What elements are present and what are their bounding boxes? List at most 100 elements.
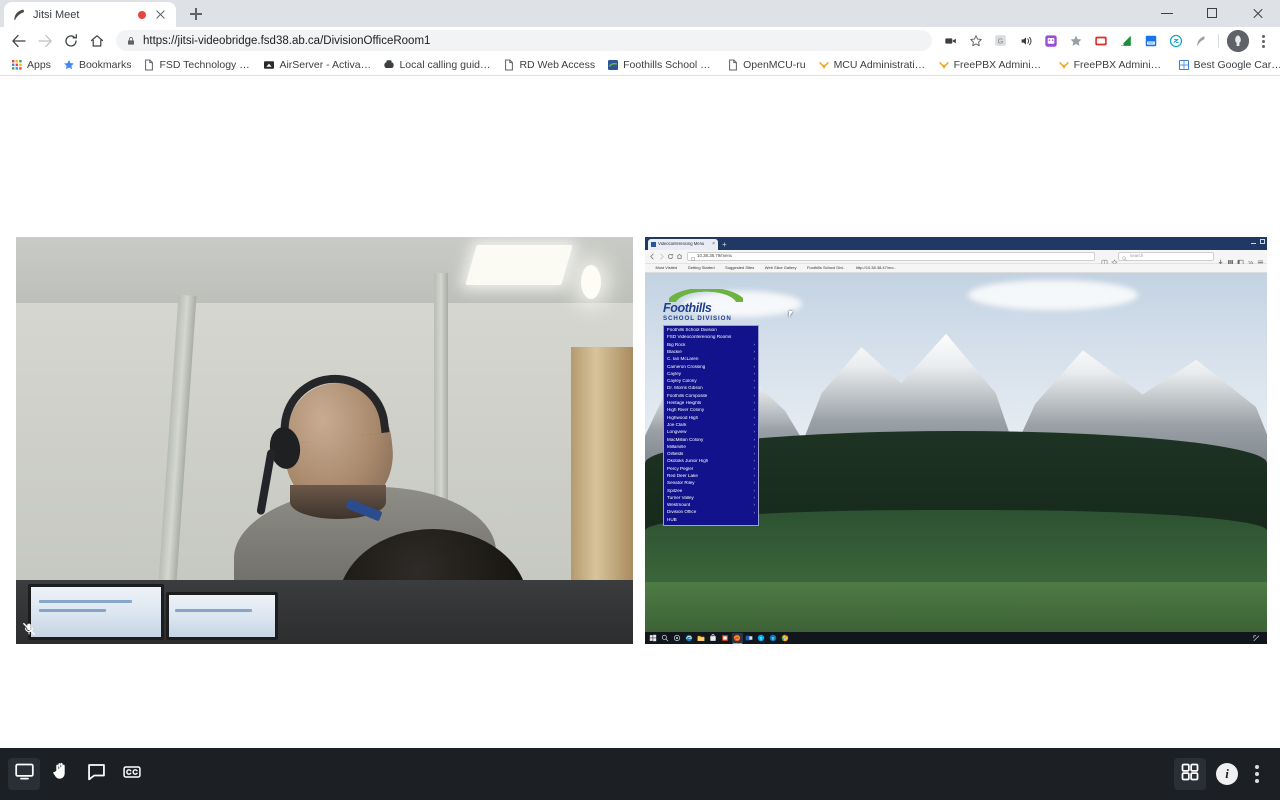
shared-bookmark-item[interactable]: http://10.38.38.47/mo..: [849, 266, 896, 271]
window-minimize-button[interactable]: [1145, 0, 1190, 27]
shared-tab-close-icon[interactable]: ×: [712, 242, 715, 247]
room-menu-item[interactable]: Foothills Composite›: [664, 392, 758, 399]
feather-extension-icon[interactable]: [1190, 30, 1211, 51]
bookmark-item[interactable]: FreePBX Administrat: [1052, 55, 1172, 75]
shared-address-bar[interactable]: 10.38.38.79/menu: [687, 252, 1095, 261]
bookmark-star-icon[interactable]: [965, 30, 986, 51]
room-menu-item[interactable]: HUB: [664, 516, 758, 523]
back-arrow-icon[interactable]: [6, 28, 32, 54]
chrome-menu-icon[interactable]: [1252, 30, 1274, 52]
shared-bookmark-item[interactable]: Getting Started: [681, 266, 714, 271]
room-menu-item[interactable]: Okotoks Junior High›: [664, 458, 758, 465]
shared-back-arrow-icon[interactable]: [648, 252, 657, 261]
edge-icon[interactable]: [684, 633, 695, 644]
screen-share-button[interactable]: [8, 758, 40, 790]
room-menu-item[interactable]: Blackie›: [664, 349, 758, 356]
library-icon[interactable]: [1227, 253, 1234, 260]
bookmark-item[interactable]: Best Google Cardboa: [1172, 55, 1280, 75]
browser-tab-jitsi-meet[interactable]: Jitsi Meet: [4, 2, 176, 27]
more-options-button[interactable]: [1248, 761, 1266, 787]
room-menu-item[interactable]: Cameron Crossing›: [664, 363, 758, 370]
window-close-button[interactable]: [1235, 0, 1280, 27]
reload-icon[interactable]: [58, 28, 84, 54]
overflow-icon[interactable]: [1247, 253, 1254, 260]
grammarly-icon[interactable]: G: [990, 30, 1011, 51]
start-button-icon[interactable]: [648, 633, 659, 644]
closed-captions-button[interactable]: [116, 758, 148, 790]
puzzle-extension-icon[interactable]: [1040, 30, 1061, 51]
window-maximize-button[interactable]: [1190, 0, 1235, 27]
room-menu-item[interactable]: Millarville›: [664, 443, 758, 450]
room-menu-item[interactable]: Spitzee›: [664, 487, 758, 494]
speaker-icon[interactable]: [1015, 30, 1036, 51]
shared-window-maximize-button[interactable]: [1260, 239, 1265, 244]
skype-business-icon[interactable]: S: [768, 633, 779, 644]
room-menu-item[interactable]: Percy Pegler›: [664, 465, 758, 472]
bookmark-item[interactable]: Apps: [5, 55, 57, 75]
bookmark-item[interactable]: FSD Technology Men: [137, 55, 257, 75]
shared-forward-arrow-icon[interactable]: [657, 252, 666, 261]
green-flag-icon[interactable]: [1115, 30, 1136, 51]
shared-browser-tab[interactable]: Videoconferencing Menu ×: [648, 239, 718, 250]
bookmark-item[interactable]: FreePBX Administrat: [932, 55, 1052, 75]
outlook-icon[interactable]: [744, 633, 755, 644]
room-menu-item[interactable]: Joe Clark›: [664, 422, 758, 429]
link-extension-icon[interactable]: [1165, 30, 1186, 51]
camera-icon[interactable]: [940, 30, 961, 51]
red-extension-icon[interactable]: [1090, 30, 1111, 51]
shared-home-icon[interactable]: [675, 252, 684, 261]
sidebar-icon[interactable]: [1237, 253, 1244, 260]
search-icon[interactable]: [660, 633, 671, 644]
room-menu-item[interactable]: Foothills School Division: [664, 327, 758, 334]
bookmark-item[interactable]: Foothills School Divis: [601, 55, 721, 75]
firefox-icon[interactable]: [732, 633, 743, 644]
shared-bookmark-item[interactable]: Foothills School Divi..: [800, 266, 845, 271]
shared-search-box[interactable]: search: [1118, 252, 1214, 261]
pdf-extension-icon[interactable]: PDF: [1140, 30, 1161, 51]
remote-screenshare-video[interactable]: Videoconferencing Menu × +: [645, 237, 1267, 644]
room-menu-item[interactable]: High River Colony›: [664, 407, 758, 414]
shared-bookmark-item[interactable]: Web Slice Gallery: [758, 266, 796, 271]
room-menu-item[interactable]: Highwood High›: [664, 414, 758, 421]
new-tab-button[interactable]: [183, 1, 209, 27]
cortana-icon[interactable]: [672, 633, 683, 644]
room-menu-item[interactable]: Turner Valley›: [664, 495, 758, 502]
tile-view-button[interactable]: [1174, 758, 1206, 790]
forward-arrow-icon[interactable]: [32, 28, 58, 54]
room-menu-item[interactable]: C. Ian McLaren›: [664, 356, 758, 363]
room-menu-item[interactable]: Senator Riley›: [664, 480, 758, 487]
room-menu-item[interactable]: Cayley Colony›: [664, 378, 758, 385]
home-icon[interactable]: [84, 28, 110, 54]
office-icon[interactable]: [720, 633, 731, 644]
store-icon[interactable]: [708, 633, 719, 644]
room-menu-item[interactable]: MacMillan Colony›: [664, 436, 758, 443]
shared-bookmark-item[interactable]: Most Visited: [649, 266, 677, 271]
reader-mode-icon[interactable]: [1101, 253, 1108, 260]
profile-avatar-icon[interactable]: [1227, 30, 1249, 52]
room-menu-item[interactable]: Division Office›: [664, 509, 758, 516]
bookmark-item[interactable]: MCU Administration: [812, 55, 932, 75]
bookmark-item[interactable]: Bookmarks: [57, 55, 138, 75]
chat-button[interactable]: [80, 758, 112, 790]
room-menu-item[interactable]: FSD Videoconferencing Rooms: [664, 334, 758, 341]
tab-close-icon[interactable]: [154, 8, 168, 22]
shared-window-minimize-button[interactable]: [1251, 239, 1256, 244]
downloads-icon[interactable]: [1217, 253, 1224, 260]
room-menu-item[interactable]: Heritage Heights›: [664, 400, 758, 407]
shared-new-tab-button[interactable]: +: [722, 239, 727, 250]
file-explorer-icon[interactable]: [696, 633, 707, 644]
room-menu-item[interactable]: Longview›: [664, 429, 758, 436]
chrome-icon[interactable]: [780, 633, 791, 644]
shared-bookmark-item[interactable]: Suggested Sites: [719, 266, 755, 271]
raise-hand-button[interactable]: [44, 758, 76, 790]
room-menu-item[interactable]: Big Rock›: [664, 341, 758, 348]
notification-icon[interactable]: [1251, 633, 1262, 644]
room-menu-item[interactable]: Oilfields›: [664, 451, 758, 458]
star-extension-icon[interactable]: [1065, 30, 1086, 51]
bookmark-item[interactable]: OpenMCU-ru: [721, 55, 811, 75]
menu-icon[interactable]: [1257, 253, 1264, 260]
local-camera-video[interactable]: [16, 237, 633, 644]
room-menu-item[interactable]: Dr. Morris Gibson›: [664, 385, 758, 392]
meeting-info-button[interactable]: i: [1216, 763, 1238, 785]
skype-icon[interactable]: S: [756, 633, 767, 644]
